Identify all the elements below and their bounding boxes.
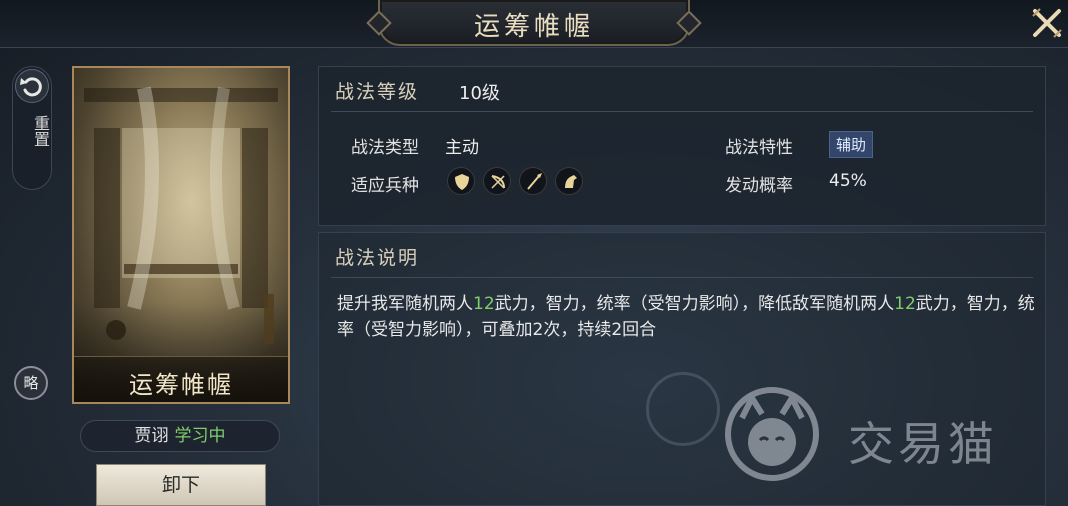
divider <box>331 111 1033 112</box>
reset-button[interactable] <box>15 69 49 103</box>
close-icon <box>1032 8 1062 38</box>
watermark-text: 交易猫 <box>848 417 998 471</box>
spear-icon <box>519 167 547 195</box>
card-name-bar: 运筹帷幄 <box>74 356 288 402</box>
tactic-type-label: 战法类型 <box>351 138 419 158</box>
shield-icon <box>447 167 475 195</box>
desc-number-2: 12 <box>894 294 916 314</box>
trigger-rate-value: 45% <box>829 171 867 191</box>
tactic-card: 运筹帷幄 <box>72 66 290 404</box>
divider <box>331 277 1033 278</box>
unequip-button[interactable]: 卸下 <box>96 464 266 506</box>
tactic-level-value: 10级 <box>459 83 500 104</box>
card-artwork <box>84 86 278 344</box>
learner-badge: 贾诩 学习中 <box>80 420 280 452</box>
reset-control[interactable]: 重置 <box>12 66 52 190</box>
learner-name: 贾诩 <box>134 426 169 446</box>
trigger-rate-label: 发动概率 <box>725 176 793 196</box>
undo-icon <box>20 77 42 97</box>
tactic-trait-label: 战法特性 <box>725 138 793 158</box>
strategy-button[interactable]: 略 <box>14 366 48 400</box>
bow-icon <box>483 167 511 195</box>
card-name: 运筹帷幄 <box>129 371 233 399</box>
description-heading: 战法说明 <box>335 247 420 269</box>
glow-ring <box>646 372 720 446</box>
learner-status: 学习中 <box>174 426 226 446</box>
tactic-type-value: 主动 <box>445 138 479 158</box>
close-button[interactable] <box>1030 6 1064 40</box>
tactic-level-label: 战法等级 <box>335 81 420 103</box>
horse-icon <box>555 167 583 195</box>
title-plate: 运筹帷幄 <box>378 0 690 46</box>
reset-label: 重置 <box>31 115 50 147</box>
page-title: 运筹帷幄 <box>473 12 594 42</box>
tactic-info-panel: 战法等级 10级 战法类型 主动 战法特性 辅助 适应兵种 发动概率 45% <box>318 66 1046 226</box>
tactic-trait-badge: 辅助 <box>829 131 874 158</box>
desc-number-1: 12 <box>473 294 495 314</box>
troop-types-label: 适应兵种 <box>351 176 419 196</box>
desc-part-1: 提升我军随机两人 <box>337 294 473 314</box>
desc-part-2: 武力，智力，统率（受智力影响），降低敌军随机两人 <box>494 294 895 314</box>
description-text: 提升我军随机两人12武力，智力，统率（受智力影响），降低敌军随机两人12武力，智… <box>337 291 1037 343</box>
